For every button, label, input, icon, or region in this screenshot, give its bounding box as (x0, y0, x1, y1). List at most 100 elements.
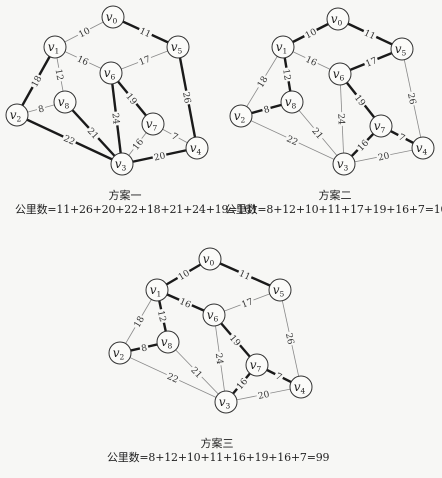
vertex-subscript: 3 (226, 402, 231, 411)
edge-weight-v2-v8: 8 (138, 341, 150, 354)
vertex-v6: v6 (99, 61, 123, 85)
edge-weight-v1-v8: 12 (53, 66, 67, 83)
vertex-v6: v6 (328, 62, 352, 86)
edge-weight-v8-v3: 21 (188, 363, 206, 381)
edge-weight-v3-v4: 20 (375, 149, 392, 164)
edge-weight-text: 20 (153, 151, 167, 163)
edge-weight-text: 21 (309, 126, 324, 141)
edge-weight-text: 16 (75, 54, 90, 68)
scheme-2-caption: 方案二 公里数=8+12+10+11+17+19+16+7=100 (225, 189, 442, 217)
vertex-subscript: 0 (338, 19, 343, 28)
vertex-v0: v0 (198, 247, 222, 271)
vertex-v4: v4 (289, 375, 313, 399)
edge-weight-text: 26 (405, 92, 417, 106)
vertex-v1: v1 (43, 35, 67, 59)
vertex-v2: v2 (229, 104, 253, 128)
vertex-subscript: 1 (55, 47, 60, 56)
vertex-v3: v3 (332, 152, 356, 176)
scheme-3-caption: 方案三 公里数=8+12+10+11+16+19+16+7=99 (107, 437, 330, 465)
vertex-subscript: 4 (423, 148, 428, 157)
scheme-1-title: 方案一 (108, 189, 142, 202)
edge-weight-text: 24 (109, 112, 120, 125)
scheme-2-graph: 10 1116 171218822 2124191672026v0v1v2v3v4v5… (229, 7, 435, 176)
edge-weight-v0-v5: 11 (137, 24, 154, 40)
edge-weight-v6-v5: 17 (238, 295, 256, 311)
edge-weight-v5-v4: 26 (180, 89, 194, 106)
vertex-v8: v8 (53, 90, 77, 114)
vertex-subscript: 5 (178, 47, 183, 56)
edge-weight-v6-v3: 24 (335, 111, 348, 127)
vertex-v4: v4 (185, 136, 209, 160)
vertex-subscript: 2 (241, 116, 246, 125)
scheme-1-formula: 公里数=11+26+20+22+18+21+24+19=161 (15, 203, 258, 216)
vertex-subscript: 4 (301, 387, 306, 396)
scheme-3-graph: 10 1116 171218822 21241916 72026v0v1v2v3v4v5… (108, 247, 313, 414)
vertex-v0: v0 (101, 5, 125, 29)
vertex-subscript: 8 (65, 102, 70, 111)
scheme-3-formula: 公里数=8+12+10+11+16+19+16+7=99 (107, 451, 330, 464)
vertex-subscript: 7 (257, 365, 262, 374)
edge-weight-text: 21 (85, 126, 100, 141)
edge-weight-v7-v4: 7 (273, 369, 285, 383)
edge-weight-text: 12 (155, 310, 167, 323)
vertex-subscript: 0 (210, 259, 215, 268)
vertex-v7: v7 (141, 112, 165, 136)
vertex-subscript: 6 (214, 315, 219, 324)
edge-weight-v1-v0: 10 (302, 25, 319, 41)
vertex-subscript: 1 (283, 47, 288, 56)
edge-weight-v1-v6: 16 (177, 295, 194, 311)
edge-weight-text: 24 (335, 113, 346, 125)
edge-weight-v1-v2: 18 (28, 72, 45, 90)
edge-weight-v2-v3: 22 (61, 132, 78, 148)
edge-weight-v6-v5: 17 (136, 52, 153, 68)
edge-weight-v5-v4: 26 (283, 330, 297, 347)
vertex-v6: v6 (202, 303, 226, 327)
edge-weight-text: 26 (180, 91, 192, 104)
vertex-v7: v7 (369, 114, 393, 138)
vertex-v1: v1 (271, 35, 295, 59)
edge-weight-v6-v3: 24 (213, 350, 226, 367)
edge-weight-v3-v4: 20 (255, 388, 272, 402)
vertex-v2: v2 (108, 341, 132, 365)
edge-weight-text: 24 (213, 352, 225, 365)
vertex-subscript: 5 (280, 290, 285, 299)
edge-weight-v2-v3: 22 (164, 370, 182, 386)
vertex-subscript: 8 (292, 102, 297, 111)
vertex-v3: v3 (214, 390, 238, 414)
edge-weight-text: 20 (377, 151, 390, 163)
vertex-v5: v5 (390, 37, 414, 61)
scheme-3-title: 方案三 (200, 437, 234, 450)
scheme-1-caption: 方案一 公里数=11+26+20+22+18+21+24+19=161 (15, 189, 258, 217)
vertex-v8: v8 (156, 330, 180, 354)
edge-weight-v1-v2: 18 (254, 73, 271, 90)
vertex-v1: v1 (145, 278, 169, 302)
edge-weight-v7-v4: 7 (168, 129, 182, 143)
vertex-v7: v7 (245, 353, 269, 377)
edge-weight-v1-v6: 16 (74, 52, 92, 68)
vertex-subscript: 4 (197, 148, 202, 157)
vertex-subscript: 2 (17, 115, 22, 124)
edge-weight-text: 26 (283, 332, 295, 346)
vertex-v4: v4 (411, 136, 435, 160)
edge-weight-v7-v4: 7 (395, 130, 409, 144)
edge-weight-text: 20 (257, 390, 270, 402)
vertex-subscript: 3 (122, 164, 127, 173)
edge-weight-v2-v3: 22 (284, 132, 301, 148)
scheme-2-formula: 公里数=8+12+10+11+17+19+16+7=100 (225, 203, 442, 216)
vertex-subscript: 2 (120, 353, 125, 362)
vertex-subscript: 0 (113, 17, 118, 26)
vertex-subscript: 7 (381, 126, 386, 135)
edge-weight-v6-v3: 24 (109, 111, 123, 126)
vertex-subscript: 8 (168, 342, 173, 351)
vertex-v8: v8 (280, 90, 304, 114)
edge-weight-v5-v4: 26 (405, 90, 419, 107)
edge-weight-v0-v5: 11 (361, 26, 379, 42)
vertex-subscript: 3 (344, 164, 349, 173)
edge-weight-v3-v4: 20 (151, 149, 168, 164)
edge-weight-text: 12 (280, 68, 292, 81)
vertex-subscript: 6 (111, 73, 116, 82)
edge-weight-v2-v8: 8 (35, 102, 47, 116)
vertex-subscript: 6 (340, 74, 345, 83)
vertex-v3: v3 (110, 152, 134, 176)
edge-weight-v1-v6: 16 (303, 53, 320, 69)
